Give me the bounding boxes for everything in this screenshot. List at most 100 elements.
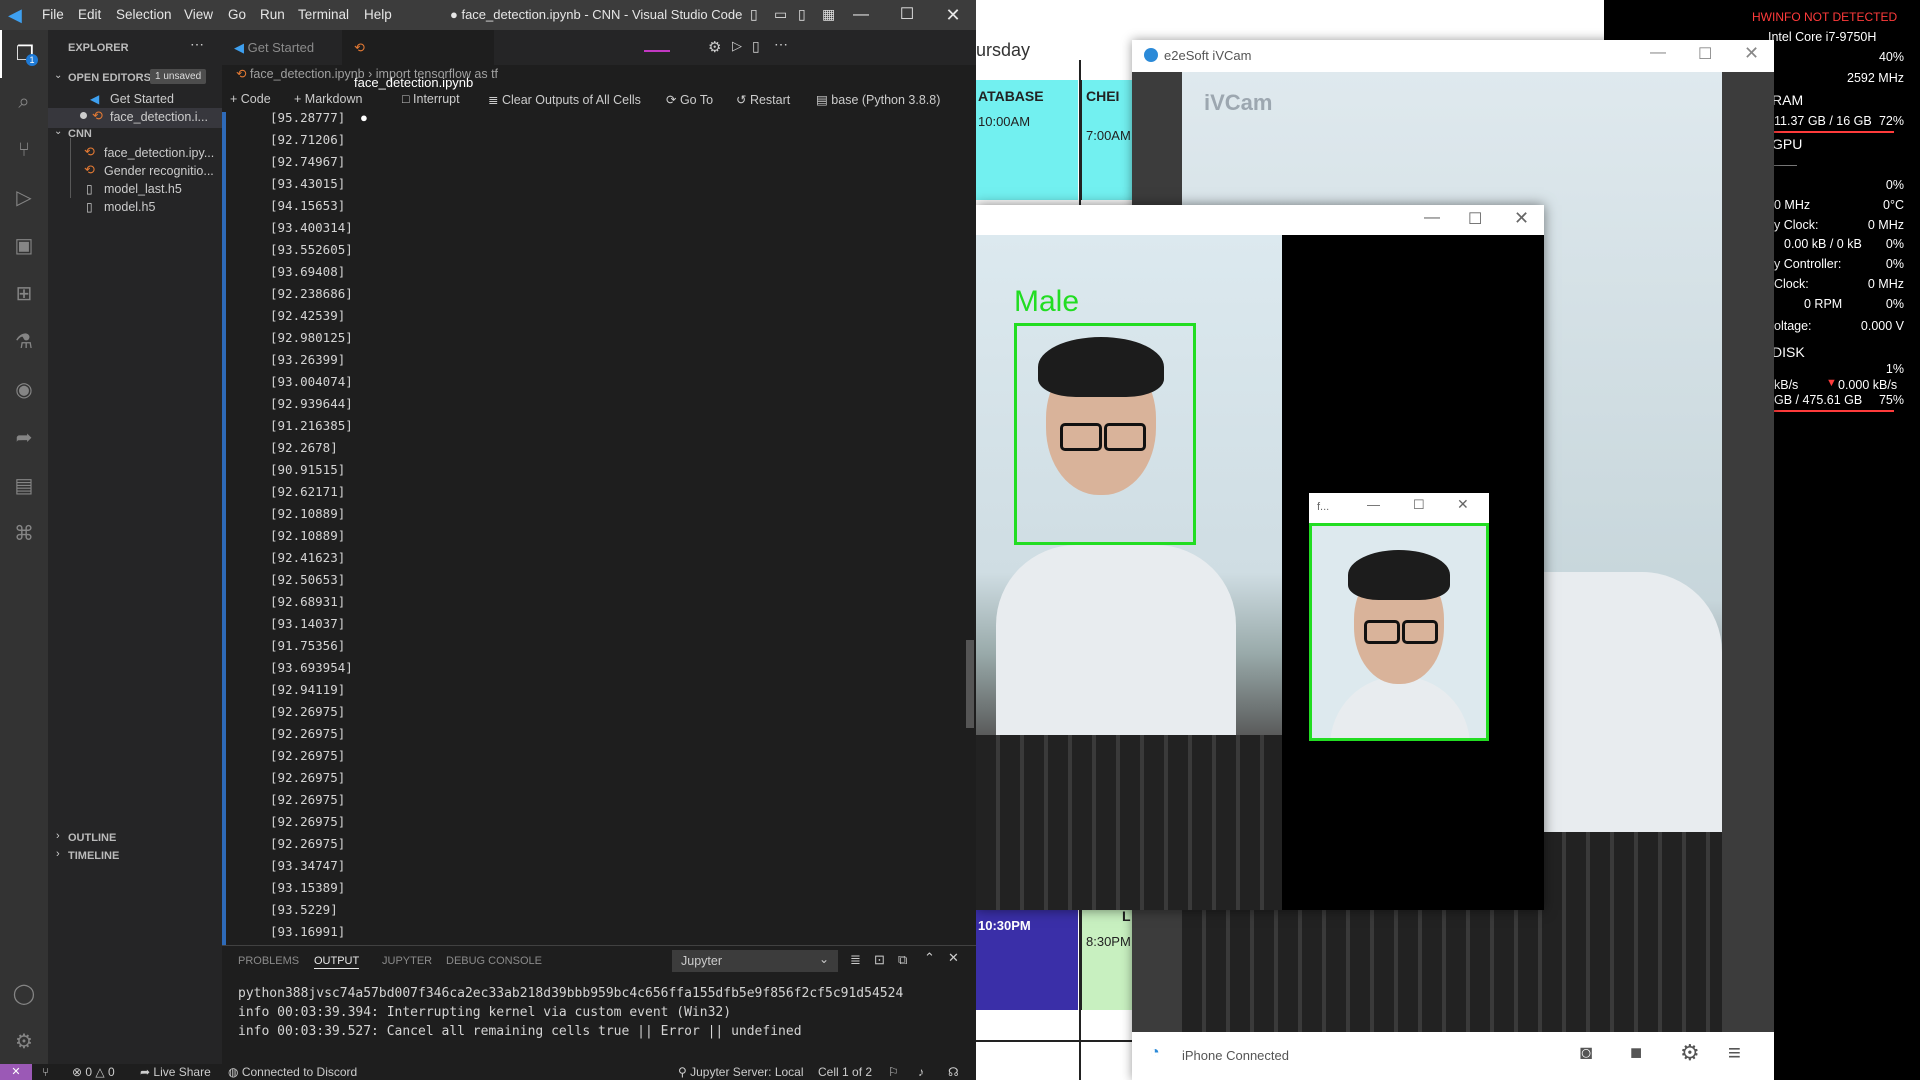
toggle-panel-icon[interactable]: ▭ [774,6,787,23]
live-share-status[interactable]: ➦ Live Share [140,1064,211,1080]
split-editor-icon[interactable]: ▯ [752,38,760,55]
gear-icon[interactable]: ⚙ [0,1018,48,1066]
toggle-sidebar-icon[interactable]: ▯ [750,6,758,23]
add-code-button[interactable]: + Code [230,92,271,106]
remote-explorer-icon[interactable]: ▣ [0,222,48,270]
output-channel-select[interactable]: Jupyter ⌄ [672,950,838,972]
menu-file[interactable]: File [42,0,64,30]
vscode-window[interactable]: ◀ File Edit Selection View Go Run Termin… [0,0,976,1080]
customize-layout-icon[interactable]: ▦ [822,6,835,23]
accounts-icon[interactable]: ◯ [0,970,48,1018]
interrupt-button[interactable]: □ Interrupt [402,92,460,106]
lock-icon[interactable]: ⊡ [874,952,885,968]
calendar-event[interactable]: CHEI 7:00AM [1080,80,1132,200]
notifications-icon[interactable]: ☊ [948,1064,959,1080]
file-item[interactable]: face_detection.ipy... [104,146,214,160]
search-icon[interactable]: ⌕ [0,78,48,126]
minimize-icon[interactable]: — [1424,209,1440,227]
jupyter-server-status[interactable]: ⚲ Jupyter Server: Local [678,1064,804,1080]
face-crop-window[interactable]: f... — ☐ ✕ [1309,493,1489,741]
run-debug-icon[interactable]: ▷ [0,174,48,222]
close-icon[interactable]: ✕ [1514,208,1529,229]
tab-output[interactable]: OUTPUT [314,946,360,969]
menu-view[interactable]: View [184,0,213,30]
clear-output-icon[interactable]: ≣ [850,952,861,968]
minimize-icon[interactable]: — [1367,497,1380,512]
close-icon[interactable]: ✕ [948,950,959,966]
testing-icon[interactable]: ⚗ [0,318,48,366]
maximize-panel-icon[interactable]: ⧉ [898,952,907,968]
more-actions-icon[interactable]: ⋯ [190,36,204,53]
menu-selection[interactable]: Selection [116,0,172,30]
git-icon[interactable]: ⑂ [42,1064,49,1080]
menu-run[interactable]: Run [260,0,285,30]
goto-button[interactable]: ⟳ Go To [666,92,713,107]
face-crop-titlebar[interactable]: f... — ☐ ✕ [1309,493,1489,523]
gear-icon[interactable]: ⚙ [708,38,721,56]
close-icon[interactable]: ✕ [930,0,976,30]
minimize-icon[interactable]: — [838,0,884,30]
maximize-icon[interactable]: ☐ [1468,209,1482,229]
restart-button[interactable]: ↺ Restart [736,92,790,107]
menu-edit[interactable]: Edit [78,0,101,30]
github-icon[interactable]: ◉ [0,366,48,414]
file-item[interactable]: model.h5 [104,200,155,214]
tab-problems[interactable]: PROBLEMS [238,946,299,976]
open-editors-header[interactable]: OPEN EDITORS [68,72,151,84]
camera-icon[interactable]: ◙ [1580,1042,1592,1065]
feedback-icon[interactable]: ⚐ [888,1064,899,1080]
open-editor-item[interactable]: Get Started [110,92,174,106]
notebook-icon[interactable]: ▤ [0,462,48,510]
chevron-right-icon[interactable]: › [56,848,60,860]
calendar-event[interactable]: L 8:30PM [1080,908,1132,1010]
live-share-icon[interactable]: ➦ [0,414,48,462]
video-icon[interactable]: ■ [1630,1042,1642,1065]
chevron-down-icon[interactable]: ⌄ [54,126,62,137]
python-icon[interactable]: ⌘ [0,510,48,558]
cell-status[interactable]: Cell 1 of 2 [818,1064,872,1080]
unsaved-dot-icon[interactable] [80,112,87,119]
tab-jupyter[interactable]: JUPYTER [382,946,432,976]
minimize-icon[interactable]: — [1650,44,1666,62]
face-window-titlebar[interactable]: — ☐ ✕ [976,205,1544,235]
more-actions-icon[interactable]: ⋯ [774,36,788,53]
tab-face-detection[interactable]: ⟲ face_detection.ipynb ● [342,30,494,125]
face-detection-window[interactable]: — ☐ ✕ Male f... — ☐ ✕ [976,205,1544,910]
calendar-event[interactable]: ATABASE 10:00AM [976,80,1078,200]
bell-icon[interactable]: ♪ [918,1064,924,1080]
kernel-picker[interactable]: ▤ base (Python 3.8.8) [816,92,940,107]
open-editor-item[interactable]: face_detection.i... [110,110,208,124]
close-icon[interactable]: ✕ [1457,496,1469,513]
chevron-right-icon[interactable]: › [56,830,60,842]
tab-debug-console[interactable]: DEBUG CONSOLE [446,946,542,976]
tab-get-started[interactable]: ◀ Get Started [222,30,342,65]
discord-status[interactable]: ◍ Connected to Discord [228,1064,357,1080]
source-control-icon[interactable]: ⑂ [0,126,48,174]
remote-indicator-icon[interactable]: ✕ [0,1064,32,1080]
chevron-up-icon[interactable]: ⌃ [924,950,935,966]
menu-terminal[interactable]: Terminal [298,0,349,30]
gear-icon[interactable]: ⚙ [1680,1040,1700,1066]
run-all-icon[interactable]: ▷ [732,38,742,54]
extensions-icon[interactable]: ⊞ [0,270,48,318]
toggle-secondary-sidebar-icon[interactable]: ▯ [798,6,806,23]
menu-go[interactable]: Go [228,0,246,30]
menu-icon[interactable]: ≡ [1728,1040,1741,1066]
explorer-icon[interactable]: ❐ [0,30,48,78]
editor-scrollbar[interactable] [966,640,974,728]
calendar-event[interactable]: 10:30PM [976,910,1078,1010]
breadcrumb-cell[interactable]: import tensorflow as tf [376,67,498,81]
add-markdown-button[interactable]: + Markdown [294,92,362,106]
chevron-down-icon[interactable]: ⌄ [54,70,62,81]
problems-status[interactable]: ⊗ 0 △ 0 [72,1064,115,1080]
outline-header[interactable]: OUTLINE [68,832,116,844]
breadcrumb-file[interactable]: face_detection.ipynb [250,67,365,81]
maximize-icon[interactable]: ☐ [1413,497,1425,513]
file-item[interactable]: model_last.h5 [104,182,182,196]
unsaved-dot-icon[interactable]: ● [360,110,368,125]
close-icon[interactable]: ✕ [1744,43,1759,64]
ivcam-titlebar[interactable]: e2eSoft iVCam — ☐ ✕ [1132,40,1774,72]
timeline-header[interactable]: TIMELINE [68,850,119,862]
menu-help[interactable]: Help [364,0,392,30]
folder-header[interactable]: CNN [68,128,92,140]
